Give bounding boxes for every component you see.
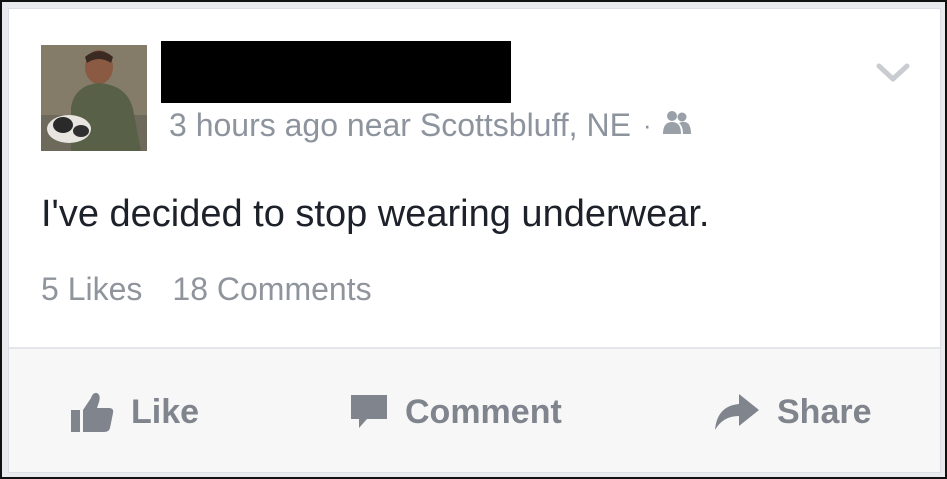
share-arrow-icon xyxy=(713,392,761,432)
post-body-text: I've decided to stop wearing underwear. xyxy=(41,193,710,235)
comment-button[interactable]: Comment xyxy=(349,389,562,435)
like-button[interactable]: Like xyxy=(69,389,199,435)
friends-icon[interactable] xyxy=(662,107,692,144)
action-bar: Like Comment Share xyxy=(9,349,940,472)
likes-count[interactable]: 5 Likes xyxy=(41,271,142,307)
meta-separator: · xyxy=(642,109,652,140)
post-card: 3 hours ago near Scottsbluff, NE · I've … xyxy=(8,8,941,473)
comments-count[interactable]: 18 Comments xyxy=(172,271,371,307)
comment-label: Comment xyxy=(405,392,562,431)
post-meta: 3 hours ago near Scottsbluff, NE · xyxy=(169,105,692,145)
speech-bubble-icon xyxy=(349,392,389,432)
share-button[interactable]: Share xyxy=(713,389,872,435)
post-stats: 5 Likes 18 Comments xyxy=(41,271,372,308)
avatar[interactable] xyxy=(41,45,147,151)
thumbs-up-icon xyxy=(69,390,115,434)
chevron-down-icon[interactable] xyxy=(875,61,911,85)
share-label: Share xyxy=(777,392,872,431)
screenshot-frame: 3 hours ago near Scottsbluff, NE · I've … xyxy=(0,0,947,479)
author-name-redacted[interactable] xyxy=(161,41,511,103)
like-label: Like xyxy=(131,392,200,431)
post-timestamp-location[interactable]: 3 hours ago near Scottsbluff, NE xyxy=(169,107,631,144)
